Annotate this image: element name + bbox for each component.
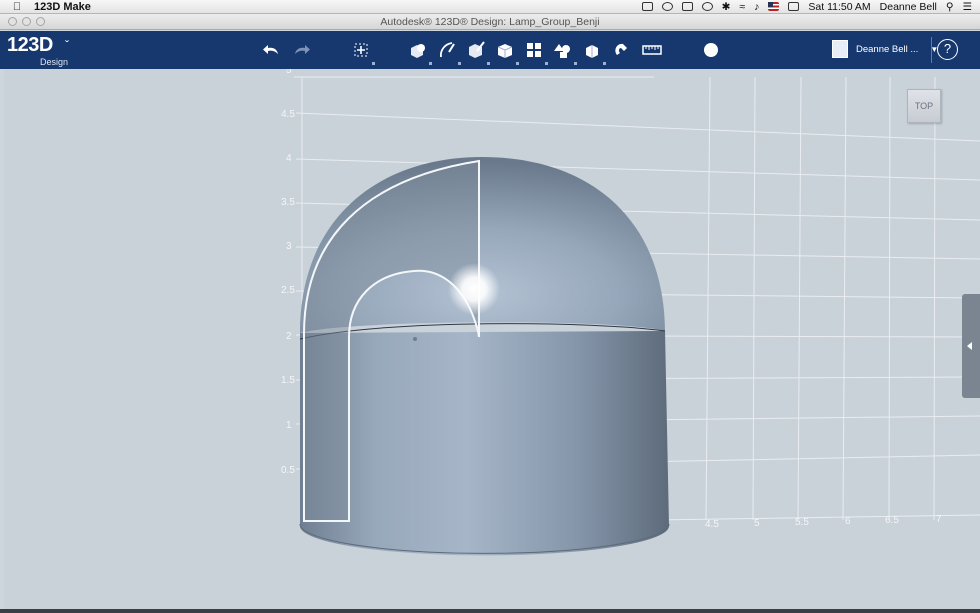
dropdown-marker (372, 62, 375, 65)
app-menu-name[interactable]: 123D Make (34, 1, 91, 13)
scene-canvas[interactable] (4, 69, 980, 609)
material-button[interactable] (700, 39, 722, 61)
battery-icon[interactable] (788, 2, 800, 11)
3d-viewport[interactable]: 5 4.5 4 3.5 3 2.5 2 1.5 1 0.5 4.5 5 5.5 … (4, 69, 980, 609)
modify-icon (497, 44, 513, 58)
snap-icon (615, 43, 627, 55)
dropdown-marker (516, 62, 519, 65)
dropdown-marker (429, 62, 432, 65)
sync-icon[interactable] (701, 2, 713, 11)
measure-icon (642, 45, 662, 55)
lamp-model (299, 157, 670, 556)
transform-button[interactable] (350, 39, 375, 65)
redo-button[interactable] (290, 39, 312, 61)
undo-icon (263, 45, 278, 54)
list-icon[interactable]: ☰ (963, 1, 972, 13)
main-toolbar: 123D ˇ Design Deanne Bell ... ▼ ? (0, 31, 980, 69)
transform-icon (354, 43, 368, 57)
search-icon[interactable]: ⚲ (946, 1, 954, 13)
system-menu-bar:  123D Make ✱ ≈ ♪ Sat 11:50 AM Deanne Be… (0, 0, 980, 14)
y-tick: 0.5 (281, 465, 295, 476)
material-icon (704, 43, 718, 57)
x-tick: 4.5 (705, 519, 719, 530)
y-tick: 1 (286, 420, 292, 431)
user-name: Deanne Bell ... (856, 43, 919, 55)
grouping-icon (554, 44, 570, 58)
snap-button[interactable] (611, 39, 633, 61)
dropdown-marker (574, 62, 577, 65)
eye-icon[interactable] (661, 2, 673, 11)
construct-button[interactable] (465, 39, 490, 65)
chevron-down-icon: ˇ (65, 38, 69, 52)
status-area: ✱ ≈ ♪ Sat 11:50 AM Deanne Bell ⚲ ☰ (641, 1, 980, 13)
dropdown-marker (458, 62, 461, 65)
volume-icon[interactable]: ♪ (754, 1, 759, 13)
modify-button[interactable] (494, 39, 519, 65)
apple-icon[interactable]:  (0, 1, 34, 13)
user-menu[interactable]: Deanne Bell ... ▼ (832, 40, 938, 58)
x-tick: 7 (936, 514, 942, 525)
primitives-icon (411, 44, 425, 58)
y-tick: 4.5 (281, 109, 295, 120)
window-bottom-edge (0, 609, 980, 613)
y-tick: 5 (286, 69, 292, 76)
combine-icon (586, 45, 598, 58)
redo-icon (295, 45, 310, 54)
y-tick: 3.5 (281, 197, 295, 208)
x-tick: 5 (754, 518, 760, 529)
view-cube[interactable]: TOP (907, 89, 941, 123)
y-tick: 4 (286, 153, 292, 164)
sketch-button[interactable] (436, 39, 461, 65)
y-tick: 1.5 (281, 375, 295, 386)
app-logo-menu[interactable]: 123D ˇ Design (7, 34, 69, 67)
y-tick: 2.5 (281, 285, 295, 296)
pattern-button[interactable] (523, 39, 548, 65)
sketch-icon (439, 42, 455, 58)
primitives-button[interactable] (407, 39, 432, 65)
menubar-clock[interactable]: Sat 11:50 AM (808, 1, 870, 13)
toolbar-divider (931, 37, 932, 63)
avatar (832, 40, 848, 58)
window-title: Autodesk® 123D® Design: Lamp_Group_Benji (380, 15, 600, 28)
dropdown-marker (603, 62, 606, 65)
flag-icon[interactable] (768, 2, 780, 11)
side-panel-toggle[interactable] (962, 294, 980, 398)
x-tick: 5.5 (795, 517, 809, 528)
x-tick: 6 (845, 516, 851, 527)
combine-button[interactable] (581, 39, 606, 65)
help-button[interactable]: ? (937, 39, 958, 60)
y-tick: 3 (286, 241, 292, 252)
grouping-button[interactable] (552, 39, 577, 65)
logo-subtitle: Design (40, 57, 69, 67)
dropdown-marker (487, 62, 490, 65)
measure-button[interactable] (641, 39, 663, 61)
y-tick: 2 (286, 331, 292, 342)
bluetooth-icon[interactable]: ✱ (722, 1, 731, 13)
x-tick: 6.5 (885, 515, 899, 526)
logo-text: 123D (7, 34, 53, 56)
menubar-user[interactable]: Deanne Bell (880, 1, 937, 13)
construct-icon (469, 41, 485, 58)
pattern-icon (527, 43, 541, 57)
app-window: { "menubar": { "app_name": "123D Make", … (0, 0, 980, 613)
airplay-icon[interactable] (681, 2, 693, 11)
window-title-bar: Autodesk® 123D® Design: Lamp_Group_Benji (0, 14, 980, 30)
dropdown-marker (545, 62, 548, 65)
dropbox-icon[interactable] (641, 2, 653, 11)
wifi-icon[interactable]: ≈ (739, 1, 745, 13)
undo-button[interactable] (261, 39, 283, 61)
